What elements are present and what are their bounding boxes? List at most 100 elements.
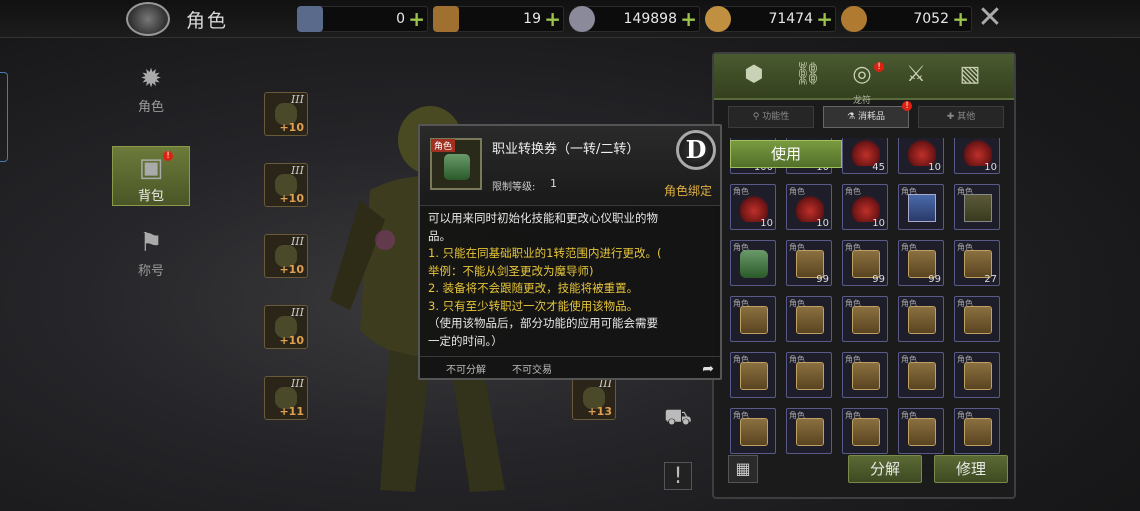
alert-icon[interactable]: !: [664, 462, 692, 490]
scroll-icon: [444, 154, 470, 180]
inventory-grid: 10010451010角色10角色10角色10角色角色角色角色99角色99角色9…: [730, 138, 1006, 498]
tab-map[interactable]: ▧: [952, 60, 988, 92]
inventory-slot[interactable]: 角色: [786, 296, 832, 342]
add-currency-button[interactable]: +: [816, 7, 833, 31]
inventory-slot[interactable]: 角色 27: [954, 240, 1000, 286]
equipment-slot[interactable]: III +11: [264, 376, 308, 420]
subtab-other[interactable]: ✚ 其他: [918, 106, 1004, 128]
inventory-slot[interactable]: 10: [954, 138, 1000, 174]
item-tooltip: 角色 职业转换券（一转/二转） 限制等级: 1 D 角色绑定 可以用来同时初始化…: [418, 124, 722, 380]
slot-count: 10: [928, 162, 941, 173]
notification-badge: !: [874, 62, 884, 72]
chest-item-icon: [908, 418, 936, 446]
gear-coin-icon: [569, 6, 595, 32]
tab-cube[interactable]: ⬢: [736, 60, 772, 92]
chest-item-icon: [908, 362, 936, 390]
description-line: 品。: [428, 228, 451, 243]
inventory-slot[interactable]: 角色: [954, 184, 1000, 230]
enhance-level: +10: [279, 334, 304, 347]
decompose-button[interactable]: 分解: [848, 455, 922, 483]
nav-label: 背包: [137, 189, 164, 204]
gold-coin-icon: [705, 6, 731, 32]
share-icon[interactable]: ➦: [702, 361, 714, 377]
subtab-consumable[interactable]: ⚗ 消耗品!: [823, 101, 912, 128]
slot-count: 10: [872, 218, 885, 229]
inventory-slot[interactable]: 角色: [954, 296, 1000, 342]
use-button[interactable]: 使用: [730, 140, 842, 168]
inventory-slot[interactable]: 角色 99: [898, 240, 944, 286]
inventory-slot[interactable]: 角色: [842, 296, 888, 342]
inventory-slot[interactable]: 角色 10: [842, 184, 888, 230]
nav-label: 称号: [137, 264, 164, 279]
equipment-slot[interactable]: III +13: [572, 376, 616, 420]
currency-slot: 149898 +: [569, 6, 700, 32]
book-item-icon: [908, 194, 936, 222]
nav-item-backpack[interactable]: ▣ ! 背包: [112, 146, 190, 206]
side-drawer-handle[interactable]: [0, 72, 8, 162]
subtab-functional[interactable]: ⚲ 功能性: [728, 106, 814, 128]
chest-item-icon: [740, 418, 768, 446]
close-icon[interactable]: ✕: [976, 3, 1004, 33]
chest-item-icon: [740, 306, 768, 334]
shop-cart-icon[interactable]: ⛟: [664, 404, 692, 432]
top-bar: 角色 0 + 19 + 149898 + 71474 + 7052 + ✕: [0, 0, 1140, 38]
currency-slot: 71474 +: [705, 6, 836, 32]
inventory-slot[interactable]: 10: [898, 138, 944, 174]
repair-button[interactable]: 修理: [934, 455, 1008, 483]
add-currency-button[interactable]: +: [952, 7, 969, 31]
enhance-level: +11: [279, 405, 304, 418]
tab-weapon[interactable]: ⚔: [898, 60, 934, 92]
description-line: 2. 装备将不会跟随更改，技能将被重置。: [428, 281, 639, 295]
inventory-slot[interactable]: 角色 99: [786, 240, 832, 286]
slot-count: 10: [760, 218, 773, 229]
chest-item-icon: [964, 362, 992, 390]
inventory-slot[interactable]: 角色 99: [842, 240, 888, 286]
inventory-slot[interactable]: 角色: [842, 352, 888, 398]
enhance-level: +10: [279, 121, 304, 134]
add-currency-button[interactable]: +: [544, 7, 561, 31]
inventory-slot[interactable]: 角色: [786, 352, 832, 398]
inventory-footer: ▦ 分解 修理: [714, 447, 1014, 497]
grid-view-icon[interactable]: ▦: [728, 455, 758, 483]
currency-value: 149898: [623, 11, 677, 27]
inventory-slot[interactable]: 角色: [730, 352, 776, 398]
tab-link[interactable]: ⛓: [790, 60, 826, 92]
nav-item-title[interactable]: ⚑ 称号: [112, 228, 190, 288]
chest-item-icon: [852, 418, 880, 446]
currency-value: 71474: [768, 11, 813, 27]
inventory-slot[interactable]: 角色: [898, 352, 944, 398]
currency-slot: 19 +: [433, 6, 564, 32]
inventory-tabs: ⬢ ⛓ ◎ ! 龙符 ⚔ ▧: [714, 54, 1014, 106]
inventory-slot[interactable]: 45: [842, 138, 888, 174]
currency-value: 0: [396, 11, 405, 27]
slot-count: 45: [872, 162, 885, 173]
enhance-level: +13: [587, 405, 612, 418]
item-name: 职业转换券（一转/二转）: [492, 142, 640, 157]
box-item-icon: [964, 194, 992, 222]
inventory-slot[interactable]: 角色 10: [786, 184, 832, 230]
inventory-slot[interactable]: 角色: [954, 352, 1000, 398]
subtab-label: 功能性: [762, 112, 790, 122]
slot-count: 10: [984, 162, 997, 173]
cube-icon: ⬢: [744, 62, 764, 87]
currency-value: 7052: [913, 11, 949, 27]
map-icon: ▧: [959, 62, 981, 87]
equipment-slot[interactable]: III +10: [264, 305, 308, 349]
equipment-slot[interactable]: III +10: [264, 163, 308, 207]
equipment-slot[interactable]: III +10: [264, 234, 308, 278]
inventory-slot[interactable]: 角色: [898, 296, 944, 342]
tab-dragon-charm[interactable]: ◎ ! 龙符: [844, 60, 884, 106]
sword-icon: ⚔: [906, 62, 926, 87]
inventory-slot[interactable]: 角色: [730, 296, 776, 342]
add-currency-button[interactable]: +: [680, 7, 697, 31]
backpack-icon: ▣: [138, 153, 164, 183]
chest-item-icon: [852, 306, 880, 334]
grade-badge: D: [676, 130, 716, 170]
inventory-slot[interactable]: 角色: [898, 184, 944, 230]
nav-item-character[interactable]: ✹ 角色: [112, 64, 190, 124]
equipment-slot[interactable]: III +10: [264, 92, 308, 136]
inventory-slot[interactable]: 角色: [730, 240, 776, 286]
chest-item-icon: [796, 418, 824, 446]
add-currency-button[interactable]: +: [408, 7, 425, 31]
inventory-slot[interactable]: 角色 10: [730, 184, 776, 230]
